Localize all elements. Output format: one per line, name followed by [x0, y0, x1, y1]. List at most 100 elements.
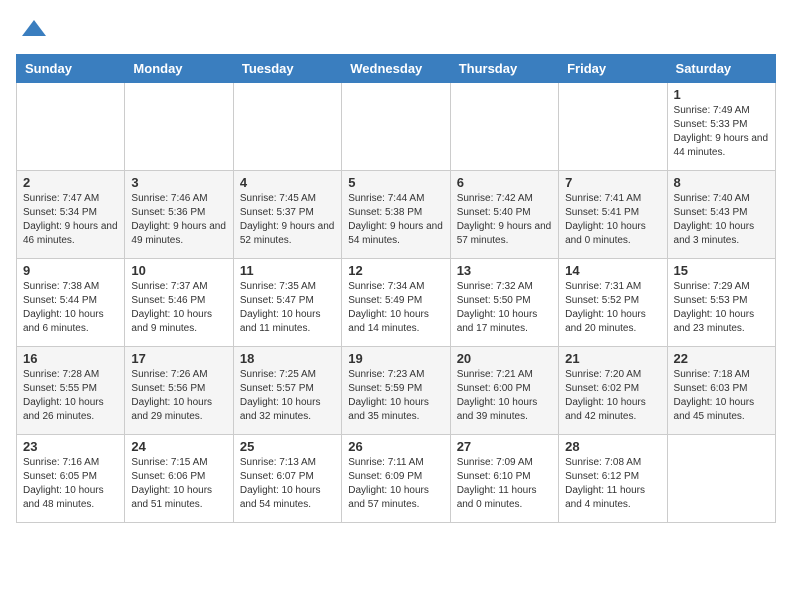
day-number: 1	[674, 87, 769, 102]
page-header	[16, 16, 776, 44]
day-number: 21	[565, 351, 660, 366]
logo	[16, 16, 48, 44]
calendar-cell: 8 Sunrise: 7:40 AM Sunset: 5:43 PM Daylig…	[667, 171, 775, 259]
day-info: Sunrise: 7:25 AM Sunset: 5:57 PM Dayligh…	[240, 368, 335, 424]
day-number: 4	[240, 175, 335, 190]
day-header-thursday: Thursday	[450, 55, 558, 83]
day-info: Sunrise: 7:29 AM Sunset: 5:53 PM Dayligh…	[674, 280, 769, 336]
calendar-cell: 27 Sunrise: 7:09 AM Sunset: 6:10 PM Dayli…	[450, 435, 558, 523]
day-info: Sunrise: 7:37 AM Sunset: 5:46 PM Dayligh…	[131, 280, 226, 336]
day-number: 26	[348, 439, 443, 454]
calendar-cell: 5 Sunrise: 7:44 AM Sunset: 5:38 PM Daylig…	[342, 171, 450, 259]
day-number: 19	[348, 351, 443, 366]
calendar-cell: 2 Sunrise: 7:47 AM Sunset: 5:34 PM Daylig…	[17, 171, 125, 259]
day-info: Sunrise: 7:31 AM Sunset: 5:52 PM Dayligh…	[565, 280, 660, 336]
day-info: Sunrise: 7:38 AM Sunset: 5:44 PM Dayligh…	[23, 280, 118, 336]
calendar-cell: 17Sunrise: 7:26 AM Sunset: 5:56 PM Dayli…	[125, 347, 233, 435]
calendar-week-row: 1 Sunrise: 7:49 AM Sunset: 5:33 PM Daylig…	[17, 83, 776, 171]
calendar-cell: 4 Sunrise: 7:45 AM Sunset: 5:37 PM Daylig…	[233, 171, 341, 259]
calendar-cell	[342, 83, 450, 171]
day-info: Sunrise: 7:40 AM Sunset: 5:43 PM Dayligh…	[674, 192, 769, 248]
day-info: Sunrise: 7:47 AM Sunset: 5:34 PM Dayligh…	[23, 192, 118, 248]
day-number: 2	[23, 175, 118, 190]
day-number: 3	[131, 175, 226, 190]
day-number: 28	[565, 439, 660, 454]
calendar-cell: 16 Sunrise: 7:28 AM Sunset: 5:55 PM Dayli…	[17, 347, 125, 435]
day-number: 15	[674, 263, 769, 278]
calendar-cell: 12Sunrise: 7:34 AM Sunset: 5:49 PM Dayli…	[342, 259, 450, 347]
day-number: 16	[23, 351, 118, 366]
day-number: 27	[457, 439, 552, 454]
day-info: Sunrise: 7:18 AM Sunset: 6:03 PM Dayligh…	[674, 368, 769, 424]
calendar-cell: 23 Sunrise: 7:16 AM Sunset: 6:05 PM Dayli…	[17, 435, 125, 523]
day-info: Sunrise: 7:45 AM Sunset: 5:37 PM Dayligh…	[240, 192, 335, 248]
calendar-cell	[450, 83, 558, 171]
calendar-cell: 19Sunrise: 7:23 AM Sunset: 5:59 PM Dayli…	[342, 347, 450, 435]
calendar-cell: 6 Sunrise: 7:42 AM Sunset: 5:40 PM Daylig…	[450, 171, 558, 259]
calendar-cell: 3 Sunrise: 7:46 AM Sunset: 5:36 PM Daylig…	[125, 171, 233, 259]
day-info: Sunrise: 7:44 AM Sunset: 5:38 PM Dayligh…	[348, 192, 443, 248]
day-number: 8	[674, 175, 769, 190]
day-info: Sunrise: 7:13 AM Sunset: 6:07 PM Dayligh…	[240, 456, 335, 512]
calendar-header-row: SundayMondayTuesdayWednesdayThursdayFrid…	[17, 55, 776, 83]
day-number: 22	[674, 351, 769, 366]
day-number: 6	[457, 175, 552, 190]
calendar-cell: 7 Sunrise: 7:41 AM Sunset: 5:41 PM Daylig…	[559, 171, 667, 259]
day-number: 12	[348, 263, 443, 278]
day-info: Sunrise: 7:09 AM Sunset: 6:10 PM Dayligh…	[457, 456, 552, 512]
calendar-week-row: 2 Sunrise: 7:47 AM Sunset: 5:34 PM Daylig…	[17, 171, 776, 259]
day-number: 14	[565, 263, 660, 278]
day-header-sunday: Sunday	[17, 55, 125, 83]
day-number: 9	[23, 263, 118, 278]
day-number: 10	[131, 263, 226, 278]
day-info: Sunrise: 7:41 AM Sunset: 5:41 PM Dayligh…	[565, 192, 660, 248]
calendar-cell: 21 Sunrise: 7:20 AM Sunset: 6:02 PM Dayli…	[559, 347, 667, 435]
day-number: 11	[240, 263, 335, 278]
day-header-friday: Friday	[559, 55, 667, 83]
calendar-cell: 13 Sunrise: 7:32 AM Sunset: 5:50 PM Dayli…	[450, 259, 558, 347]
day-number: 24	[131, 439, 226, 454]
calendar-cell	[667, 435, 775, 523]
calendar-cell: 9 Sunrise: 7:38 AM Sunset: 5:44 PM Daylig…	[17, 259, 125, 347]
calendar-cell: 18 Sunrise: 7:25 AM Sunset: 5:57 PM Dayli…	[233, 347, 341, 435]
calendar-cell: 24 Sunrise: 7:15 AM Sunset: 6:06 PM Dayli…	[125, 435, 233, 523]
day-number: 23	[23, 439, 118, 454]
calendar-cell: 25 Sunrise: 7:13 AM Sunset: 6:07 PM Dayli…	[233, 435, 341, 523]
calendar-cell: 28 Sunrise: 7:08 AM Sunset: 6:12 PM Dayli…	[559, 435, 667, 523]
calendar-cell: 10 Sunrise: 7:37 AM Sunset: 5:46 PM Dayli…	[125, 259, 233, 347]
calendar-cell: 26Sunrise: 7:11 AM Sunset: 6:09 PM Dayli…	[342, 435, 450, 523]
calendar-week-row: 16 Sunrise: 7:28 AM Sunset: 5:55 PM Dayli…	[17, 347, 776, 435]
logo-icon	[20, 16, 48, 44]
day-number: 7	[565, 175, 660, 190]
day-info: Sunrise: 7:42 AM Sunset: 5:40 PM Dayligh…	[457, 192, 552, 248]
calendar-cell	[233, 83, 341, 171]
day-info: Sunrise: 7:20 AM Sunset: 6:02 PM Dayligh…	[565, 368, 660, 424]
day-number: 20	[457, 351, 552, 366]
day-number: 17	[131, 351, 226, 366]
calendar-table: SundayMondayTuesdayWednesdayThursdayFrid…	[16, 54, 776, 523]
calendar-week-row: 9 Sunrise: 7:38 AM Sunset: 5:44 PM Daylig…	[17, 259, 776, 347]
day-info: Sunrise: 7:08 AM Sunset: 6:12 PM Dayligh…	[565, 456, 660, 512]
calendar-cell	[559, 83, 667, 171]
day-info: Sunrise: 7:15 AM Sunset: 6:06 PM Dayligh…	[131, 456, 226, 512]
day-header-wednesday: Wednesday	[342, 55, 450, 83]
calendar-week-row: 23 Sunrise: 7:16 AM Sunset: 6:05 PM Dayli…	[17, 435, 776, 523]
day-info: Sunrise: 7:46 AM Sunset: 5:36 PM Dayligh…	[131, 192, 226, 248]
day-info: Sunrise: 7:28 AM Sunset: 5:55 PM Dayligh…	[23, 368, 118, 424]
day-header-saturday: Saturday	[667, 55, 775, 83]
day-number: 5	[348, 175, 443, 190]
day-info: Sunrise: 7:16 AM Sunset: 6:05 PM Dayligh…	[23, 456, 118, 512]
day-number: 18	[240, 351, 335, 366]
day-info: Sunrise: 7:35 AM Sunset: 5:47 PM Dayligh…	[240, 280, 335, 336]
day-info: Sunrise: 7:21 AM Sunset: 6:00 PM Dayligh…	[457, 368, 552, 424]
calendar-cell: 20 Sunrise: 7:21 AM Sunset: 6:00 PM Dayli…	[450, 347, 558, 435]
day-number: 25	[240, 439, 335, 454]
day-number: 13	[457, 263, 552, 278]
day-header-tuesday: Tuesday	[233, 55, 341, 83]
day-info: Sunrise: 7:32 AM Sunset: 5:50 PM Dayligh…	[457, 280, 552, 336]
calendar-cell: 11 Sunrise: 7:35 AM Sunset: 5:47 PM Dayli…	[233, 259, 341, 347]
calendar-cell: 1 Sunrise: 7:49 AM Sunset: 5:33 PM Daylig…	[667, 83, 775, 171]
day-info: Sunrise: 7:49 AM Sunset: 5:33 PM Dayligh…	[674, 104, 769, 160]
calendar-cell: 22 Sunrise: 7:18 AM Sunset: 6:03 PM Dayli…	[667, 347, 775, 435]
calendar-cell	[125, 83, 233, 171]
